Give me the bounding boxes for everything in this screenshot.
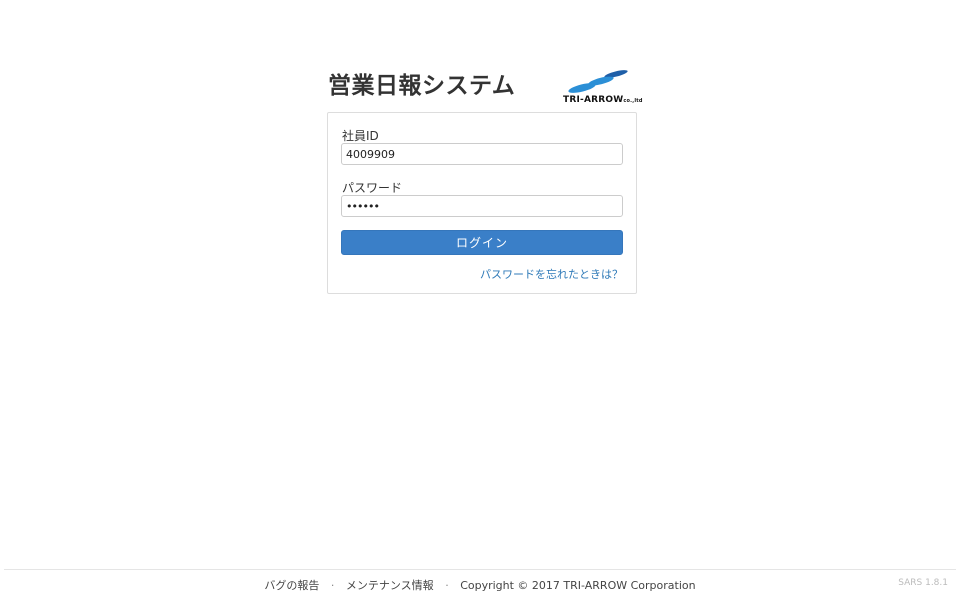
footer-separator: · — [330, 579, 335, 592]
password-input[interactable] — [341, 195, 623, 217]
logo-wordmark: TRI-ARROWco.,ltd — [563, 95, 643, 105]
footer-divider — [4, 569, 956, 570]
bug-report-link[interactable]: バグの報告 — [264, 579, 319, 592]
login-button[interactable]: ログイン — [341, 230, 623, 255]
login-page: 営業日報システム TRI-ARROWco.,ltd 社員ID パスワード ログイ… — [0, 0, 960, 600]
employee-id-input[interactable] — [341, 143, 623, 165]
footer-separator: · — [445, 579, 449, 592]
forgot-password-link[interactable]: パスワードを忘れたときは？ — [480, 266, 623, 282]
employee-id-label: 社員ID — [342, 129, 379, 143]
version-label: SARS 1.8.1 — [898, 578, 948, 588]
password-label: パスワード — [342, 181, 403, 195]
login-panel: 社員ID パスワード ログイン パスワードを忘れたときは？ — [327, 112, 637, 294]
footer: バグの報告 · メンテナンス情報 · Copyright © 2017 TRI-… — [0, 577, 960, 593]
page-title: 営業日報システム — [328, 73, 516, 99]
copyright-text: Copyright © 2017 TRI-ARROW Corporation — [460, 579, 696, 592]
company-logo: TRI-ARROWco.,ltd — [560, 68, 643, 108]
tri-arrow-logo-icon — [568, 70, 628, 93]
maintenance-info-link[interactable]: メンテナンス情報 — [346, 579, 434, 592]
